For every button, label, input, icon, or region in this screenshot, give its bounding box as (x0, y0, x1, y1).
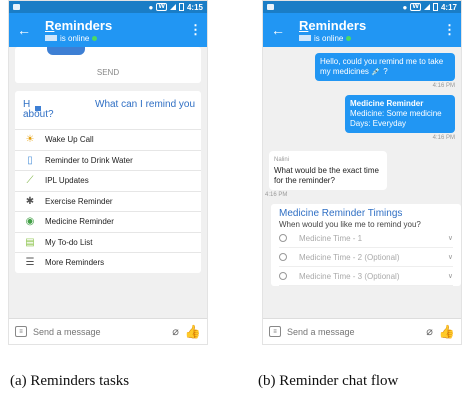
back-arrow-icon[interactable]: ← (271, 22, 291, 38)
message-input[interactable] (33, 326, 167, 337)
thumbs-up-icon[interactable]: 👍 (439, 324, 455, 340)
task-list: ☀ Wake Up Call ▯ Reminder to Drink Water… (15, 129, 201, 273)
card-header-shape (47, 47, 85, 55)
send-card: SEND (15, 47, 201, 83)
status-time: 4:15 (186, 2, 203, 12)
status-bar: ● W 4:15 (9, 1, 207, 13)
location-icon: ● (148, 2, 154, 12)
wifi-icon: W (156, 3, 167, 11)
phone-screen-reminder-chat: ● W 4:17 ← Reminders is online ⋮ Hello, … (262, 0, 462, 345)
keyboard-icon[interactable]: ≡ (15, 326, 27, 337)
pills-icon: ◉ (25, 216, 35, 228)
list-icon: ☰ (25, 257, 35, 269)
status-time: 4:17 (440, 2, 457, 12)
timing-card-subtitle: When would you like me to remind you? (279, 220, 421, 229)
overflow-menu-icon[interactable]: ⋮ (189, 22, 202, 38)
online-status: is online (314, 33, 344, 43)
signal-icon (423, 4, 430, 10)
chevron-down-icon: ∨ (447, 235, 453, 242)
location-icon: ● (402, 2, 408, 12)
task-item-todo-list[interactable]: ▤ My To-do List (15, 231, 201, 253)
battery-icon (178, 3, 184, 11)
reminder-summary-title: Medicine Reminder (350, 99, 424, 108)
app-title: Reminders (45, 17, 113, 33)
task-item-ipl-updates[interactable]: ⟋ IPL Updates (15, 170, 201, 191)
online-dot-icon (92, 35, 98, 41)
timing-card-title: Medicine Reminder Timings (279, 208, 403, 219)
signal-icon (169, 4, 176, 10)
clock-icon (279, 272, 287, 280)
overflow-menu-icon[interactable]: ⋮ (443, 22, 456, 38)
clock-icon (279, 234, 287, 242)
exercise-icon: ✱ (25, 195, 35, 207)
task-item-more-reminders[interactable]: ☰ More Reminders (15, 252, 201, 273)
task-item-exercise[interactable]: ✱ Exercise Reminder (15, 190, 201, 212)
message-input[interactable] (287, 326, 421, 337)
reminder-summary-line: Days: Everyday (350, 119, 407, 128)
bot-message-bubble: Nalini What would be the exact time for … (269, 151, 387, 190)
reminder-summary-line: Medicine: Some medicine (350, 109, 442, 118)
chevron-down-icon: ∨ (447, 273, 453, 280)
reminder-summary-bubble: Medicine Reminder Medicine: Some medicin… (345, 95, 455, 133)
sunrise-icon: ☀ (25, 134, 35, 146)
chevron-down-icon: ∨ (447, 254, 453, 261)
attachment-icon[interactable]: ⌀ (426, 325, 433, 338)
app-title: Reminders (299, 17, 367, 33)
keyboard-icon[interactable]: ≡ (269, 326, 281, 337)
avatar (299, 35, 311, 41)
timing-card: Medicine Reminder Timings When would you… (271, 204, 461, 286)
time-option-2[interactable]: Medicine Time - 2 (Optional) ∨ (279, 248, 453, 267)
status-bar: ● W 4:17 (263, 1, 461, 13)
thumbs-up-icon[interactable]: 👍 (185, 324, 201, 340)
online-dot-icon (346, 35, 352, 41)
chat-content[interactable]: SEND H What can I remind you about? ☀ Wa… (9, 47, 207, 318)
chat-content[interactable]: Hello, could you remind me to take my me… (263, 47, 461, 318)
caption-a: (a) Reminders tasks (10, 373, 130, 389)
time-option-1[interactable]: Medicine Time - 1 ∨ (279, 229, 453, 248)
app-bar: ← Reminders is online ⋮ (263, 13, 461, 47)
wifi-icon: W (410, 3, 421, 11)
avatar (45, 35, 57, 41)
caption-b: (b) Reminder chat flow (258, 373, 399, 389)
message-timestamp: 4:16 PM (265, 192, 288, 198)
notification-icon (13, 4, 20, 10)
send-button[interactable]: SEND (15, 68, 201, 77)
app-bar: ← Reminders is online ⋮ (9, 13, 207, 47)
message-input-bar: ≡ ⌀ 👍 (263, 318, 461, 344)
user-message-bubble: Hello, could you remind me to take my me… (315, 53, 455, 81)
water-glass-icon: ▯ (27, 154, 33, 166)
back-arrow-icon[interactable]: ← (17, 22, 37, 38)
task-item-medicine[interactable]: ◉ Medicine Reminder (15, 211, 201, 232)
bot-message-text: What would be the exact time for the rem… (274, 166, 379, 185)
message-timestamp: 4:16 PM (432, 135, 455, 141)
clock-icon (279, 253, 287, 261)
time-option-3[interactable]: Medicine Time - 3 (Optional) ∨ (279, 267, 453, 286)
message-input-bar: ≡ ⌀ 👍 (9, 318, 207, 344)
message-timestamp: 4:16 PM (432, 83, 455, 89)
task-card: H What can I remind you about? ☀ Wake Up… (15, 91, 201, 273)
phone-screen-reminders-tasks: ● W 4:15 ← Reminders is online ⋮ SEND H (8, 0, 208, 345)
attachment-icon[interactable]: ⌀ (172, 325, 179, 338)
cricket-bat-icon: ⟋ (26, 175, 34, 187)
notification-icon (267, 4, 274, 10)
task-item-wake-up-call[interactable]: ☀ Wake Up Call (15, 129, 201, 150)
battery-icon (432, 3, 438, 11)
todo-list-icon: ▤ (25, 236, 35, 248)
task-heading: H What can I remind you about? (23, 99, 196, 120)
bot-sender-name: Nalini (274, 157, 290, 163)
task-item-drink-water[interactable]: ▯ Reminder to Drink Water (15, 149, 201, 171)
online-status: is online (60, 33, 90, 43)
